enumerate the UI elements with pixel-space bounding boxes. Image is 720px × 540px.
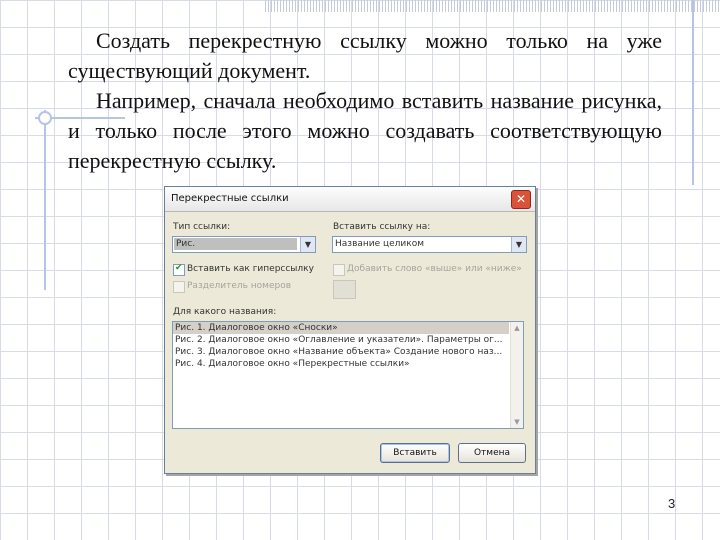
hyperlink-checkbox[interactable] bbox=[173, 263, 185, 276]
caption-list[interactable]: Рис. 1. Диалоговое окно «Сноски» Рис. 2.… bbox=[172, 321, 524, 429]
dialog-titlebar: Перекрестные ссылки ✕ bbox=[165, 187, 535, 212]
decorative-left-line bbox=[44, 110, 46, 290]
hyperlink-label: Вставить как гиперссылку bbox=[187, 264, 314, 274]
above-below-checkbox[interactable] bbox=[333, 264, 345, 276]
paragraph-2: Например, сначала необходимо вставить на… bbox=[68, 88, 662, 173]
separate-numbers-checkbox[interactable] bbox=[173, 281, 185, 293]
chevron-down-icon[interactable]: ▼ bbox=[511, 237, 526, 252]
list-item[interactable]: Рис. 3. Диалоговое окно «Название объект… bbox=[173, 346, 509, 358]
separator-field[interactable] bbox=[333, 280, 356, 299]
scroll-down-icon[interactable]: ▼ bbox=[511, 416, 523, 428]
reference-type-select[interactable]: Рис. ▼ bbox=[172, 236, 316, 253]
reference-type-value: Рис. bbox=[174, 238, 297, 250]
close-icon[interactable]: ✕ bbox=[511, 190, 531, 209]
decorative-top-pattern bbox=[265, 0, 720, 12]
cancel-button[interactable]: Отмена bbox=[458, 443, 526, 463]
scrollbar[interactable]: ▲ ▼ bbox=[510, 322, 523, 428]
insert-reference-select[interactable]: Название целиком ▼ bbox=[332, 236, 527, 253]
page-number: 3 bbox=[668, 496, 676, 511]
for-which-caption-label: Для какого названия: bbox=[173, 307, 277, 317]
decorative-circle bbox=[38, 111, 52, 125]
insert-button[interactable]: Вставить bbox=[380, 443, 450, 463]
dialog-title: Перекрестные ссылки bbox=[171, 193, 289, 204]
above-below-label: Добавить слово «выше» или «ниже» bbox=[347, 264, 522, 274]
insert-reference-value: Название целиком bbox=[335, 239, 425, 249]
list-item[interactable]: Рис. 4. Диалоговое окно «Перекрестные сс… bbox=[173, 358, 509, 370]
reference-type-label: Тип ссылки: bbox=[173, 222, 231, 232]
insert-reference-label: Вставить ссылку на: bbox=[333, 222, 431, 232]
cross-reference-dialog: Перекрестные ссылки ✕ Тип ссылки: Рис. ▼… bbox=[164, 186, 536, 474]
paragraph-1: Создать перекрестную ссылку можно только… bbox=[68, 28, 662, 83]
list-item[interactable]: Рис. 2. Диалоговое окно «Оглавление и ук… bbox=[173, 334, 509, 346]
scroll-up-icon[interactable]: ▲ bbox=[511, 322, 523, 334]
body-text: Создать перекрестную ссылку можно только… bbox=[68, 26, 662, 176]
decorative-vertical-line bbox=[692, 0, 694, 185]
separate-numbers-label: Разделитель номеров bbox=[187, 281, 292, 291]
chevron-down-icon[interactable]: ▼ bbox=[300, 237, 315, 252]
list-item[interactable]: Рис. 1. Диалоговое окно «Сноски» bbox=[173, 322, 509, 334]
